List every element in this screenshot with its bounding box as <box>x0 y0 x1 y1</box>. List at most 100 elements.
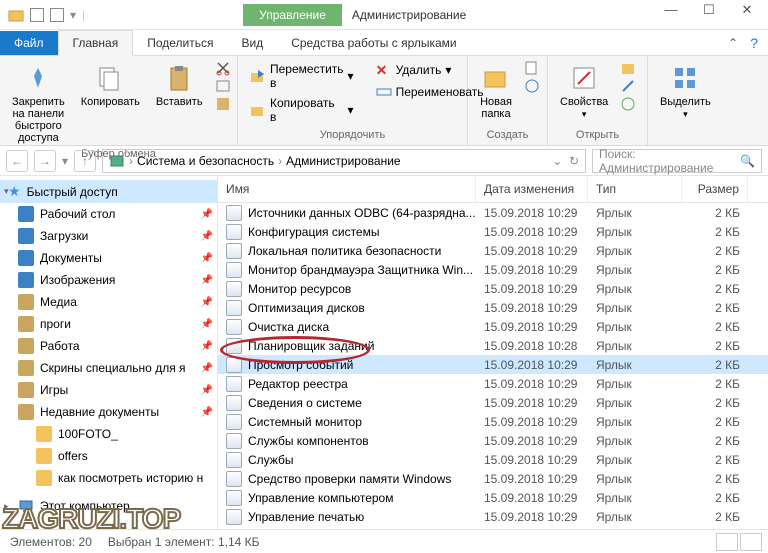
shortcut-icon <box>226 471 242 487</box>
list-item[interactable]: Монитор ресурсов15.09.2018 10:29Ярлык2 К… <box>218 279 768 298</box>
list-item[interactable]: Службы15.09.2018 10:29Ярлык2 КБ <box>218 450 768 469</box>
pin-icon: 📌 <box>201 253 213 264</box>
select-icon <box>669 62 701 94</box>
shortcut-icon <box>226 376 242 392</box>
up-button[interactable]: ↑ <box>74 150 96 172</box>
col-type[interactable]: Тип <box>588 176 682 202</box>
sidebar-item[interactable]: Недавние документы📌 <box>0 401 217 423</box>
copy-path-icon[interactable] <box>215 78 231 94</box>
list-item[interactable]: Просмотр событий15.09.2018 10:29Ярлык2 К… <box>218 355 768 374</box>
list-item[interactable]: Планировщик заданий15.09.2018 10:28Ярлык… <box>218 336 768 355</box>
folder-icon <box>18 250 34 266</box>
sidebar-subitem[interactable]: offers <box>0 445 217 467</box>
sidebar-item[interactable]: Документы📌 <box>0 247 217 269</box>
list-item[interactable]: Сведения о системе15.09.2018 10:29Ярлык2… <box>218 393 768 412</box>
delete-icon: ✕ <box>376 62 392 78</box>
qat-button-1[interactable] <box>30 8 44 22</box>
sidebar-subitem[interactable]: 100FOTO_ <box>0 423 217 445</box>
col-date[interactable]: Дата изменения <box>476 176 588 202</box>
search-input[interactable]: Поиск: Администрирование 🔍 <box>592 149 762 173</box>
folder-icon <box>36 470 52 486</box>
pin-icon: 📌 <box>201 209 213 220</box>
list-item[interactable]: Системный монитор15.09.2018 10:29Ярлык2 … <box>218 412 768 431</box>
folder-icon <box>36 448 52 464</box>
sidebar-item[interactable]: Работа📌 <box>0 335 217 357</box>
shortcut-icon <box>226 300 242 316</box>
copy-button[interactable]: Копировать <box>77 60 144 110</box>
sidebar-item[interactable]: Игры📌 <box>0 379 217 401</box>
tab-shortcut-tools[interactable]: Средства работы с ярлыками <box>277 31 470 55</box>
paste-button[interactable]: Вставить <box>152 60 207 110</box>
folder-icon <box>36 426 52 442</box>
help-icon[interactable]: ? <box>750 35 758 51</box>
paste-shortcut-icon[interactable] <box>215 96 231 112</box>
list-item[interactable]: Управление компьютером15.09.2018 10:29Яр… <box>218 488 768 507</box>
new-item-icon[interactable] <box>524 60 540 76</box>
cut-icon[interactable] <box>215 60 231 76</box>
quick-access-root[interactable]: ▾ ★ Быстрый доступ <box>0 180 217 203</box>
pin-to-quick-access-button[interactable]: Закрепить на панели быстрого доступа <box>8 60 69 146</box>
qat-button-2[interactable] <box>50 8 64 22</box>
list-item[interactable]: Очистка диска15.09.2018 10:29Ярлык2 КБ <box>218 317 768 336</box>
sidebar-item[interactable]: проги📌 <box>0 313 217 335</box>
file-list: Имя Дата изменения Тип Размер Источники … <box>218 176 768 530</box>
open-icon[interactable] <box>620 60 636 76</box>
tab-file[interactable]: Файл <box>0 31 58 55</box>
item-count: Элементов: 20 <box>10 535 92 549</box>
edit-icon[interactable] <box>620 78 636 94</box>
list-item[interactable]: Редактор реестра15.09.2018 10:29Ярлык2 К… <box>218 374 768 393</box>
context-tab-manage[interactable]: Управление <box>243 4 342 26</box>
properties-button[interactable]: Свойства▾ <box>556 60 612 122</box>
minimize-button[interactable]: — <box>652 0 690 21</box>
this-pc[interactable]: ▸ Этот компьютер <box>0 495 217 517</box>
tab-view[interactable]: Вид <box>227 31 277 55</box>
sidebar-item[interactable]: Скрины специально для я📌 <box>0 357 217 379</box>
list-item[interactable]: Средство проверки памяти Windows15.09.20… <box>218 469 768 488</box>
breadcrumb-2[interactable]: Администрирование <box>286 154 400 168</box>
folder-icon <box>8 7 24 23</box>
list-item[interactable]: Службы компонентов15.09.2018 10:29Ярлык2… <box>218 431 768 450</box>
column-headers[interactable]: Имя Дата изменения Тип Размер <box>218 176 768 203</box>
col-size[interactable]: Размер <box>682 176 748 202</box>
sidebar-item[interactable]: Изображения📌 <box>0 269 217 291</box>
breadcrumb-1[interactable]: Система и безопасность <box>137 154 274 168</box>
copy-to-button[interactable]: Копировать в ▾ <box>246 94 358 126</box>
control-panel-icon <box>109 153 125 169</box>
new-folder-button[interactable]: Новая папка <box>476 60 516 122</box>
view-details-button[interactable] <box>716 533 738 551</box>
close-button[interactable]: ✕ <box>728 0 766 21</box>
history-icon[interactable] <box>620 96 636 112</box>
back-button[interactable]: ← <box>6 150 28 172</box>
list-item[interactable]: Монитор брандмауэра Защитника Win...15.0… <box>218 260 768 279</box>
tab-home[interactable]: Главная <box>58 30 134 56</box>
list-item[interactable]: Управление печатью15.09.2018 10:29Ярлык2… <box>218 507 768 526</box>
recent-locations-icon[interactable]: ▾ <box>62 154 68 168</box>
pin-icon: 📌 <box>201 319 213 330</box>
sidebar-subitem[interactable]: как посмотреть историю н <box>0 467 217 489</box>
shortcut-icon <box>226 262 242 278</box>
view-icons-button[interactable] <box>740 533 762 551</box>
sidebar-item[interactable]: Загрузки📌 <box>0 225 217 247</box>
address-bar[interactable]: › Система и безопасность › Администриров… <box>102 149 586 173</box>
list-item[interactable]: Локальная политика безопасности15.09.201… <box>218 241 768 260</box>
shortcut-icon <box>226 357 242 373</box>
selection-info: Выбран 1 элемент: 1,14 КБ <box>108 535 260 549</box>
pin-icon: 📌 <box>201 385 213 396</box>
maximize-button[interactable]: ☐ <box>690 0 728 21</box>
group-open-label: Открыть <box>556 127 639 141</box>
sidebar-item[interactable]: Рабочий стол📌 <box>0 203 217 225</box>
qat-dropdown-icon[interactable]: ▾ <box>70 8 76 22</box>
tab-share[interactable]: Поделиться <box>133 31 227 55</box>
copy-to-icon <box>250 102 266 118</box>
list-item[interactable]: Оптимизация дисков15.09.2018 10:29Ярлык2… <box>218 298 768 317</box>
easy-access-icon[interactable] <box>524 78 540 94</box>
list-item[interactable]: Конфигурация системы15.09.2018 10:29Ярлы… <box>218 222 768 241</box>
forward-button[interactable]: → <box>34 150 56 172</box>
col-name[interactable]: Имя <box>218 176 476 202</box>
shortcut-icon <box>226 224 242 240</box>
collapse-ribbon-icon[interactable]: ⌃ <box>728 36 738 50</box>
sidebar-item[interactable]: Медиа📌 <box>0 291 217 313</box>
select-button[interactable]: Выделить▾ <box>656 60 715 122</box>
list-item[interactable]: Источники данных ODBC (64-разрядна...15.… <box>218 203 768 222</box>
move-to-button[interactable]: Переместить в ▾ <box>246 60 358 92</box>
